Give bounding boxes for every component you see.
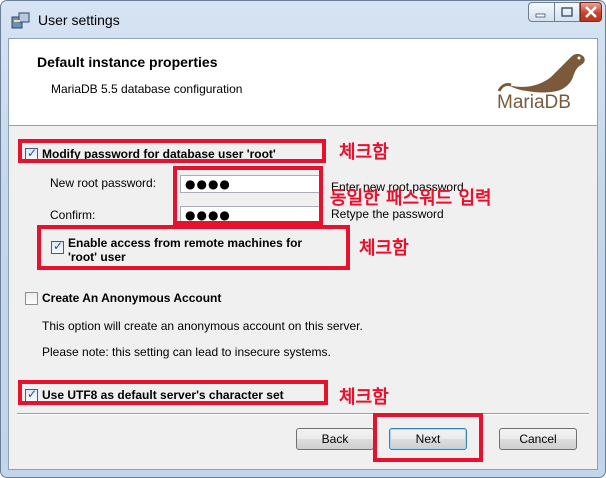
close-button[interactable] — [580, 2, 602, 22]
anonymous-desc-1: This option will create an anonymous acc… — [42, 319, 363, 333]
annotation-check-3: 체크함 — [339, 387, 389, 408]
minimize-icon — [535, 13, 546, 18]
installer-app-icon — [11, 12, 30, 29]
anonymous-desc-2: Please note: this setting can lead to in… — [42, 345, 331, 359]
page-title: Default instance properties — [37, 54, 218, 70]
highlight-remote-access — [37, 225, 350, 270]
maximize-button[interactable] — [554, 2, 580, 22]
page-subtitle: MariaDB 5.5 database configuration — [51, 82, 243, 96]
maximize-icon — [561, 7, 573, 17]
header-panel: Default instance properties MariaDB 5.5 … — [9, 39, 597, 126]
anonymous-account-label: Create An Anonymous Account — [42, 291, 222, 305]
annotation-same-password: 동일한 패스워드 입력 — [330, 188, 492, 209]
highlight-next-button — [373, 413, 483, 462]
annotation-check-2: 체크함 — [359, 238, 409, 259]
cancel-button[interactable]: Cancel — [499, 428, 577, 450]
window-title: User settings — [38, 12, 120, 28]
highlight-password-fields — [173, 166, 323, 225]
title-bar[interactable]: User settings — [1, 1, 605, 39]
close-icon — [585, 6, 597, 18]
highlight-utf8 — [18, 380, 328, 405]
anonymous-account-checkbox[interactable] — [25, 292, 38, 305]
logo-text: MariaDB — [497, 92, 571, 113]
annotation-check-1: 체크함 — [339, 142, 389, 163]
minimize-button[interactable] — [528, 2, 554, 22]
back-button[interactable]: Back — [296, 428, 374, 450]
confirm-label: Confirm: — [50, 208, 96, 222]
highlight-modify-password — [18, 139, 326, 163]
footer-divider — [17, 413, 589, 415]
new-password-label: New root password: — [50, 176, 157, 190]
